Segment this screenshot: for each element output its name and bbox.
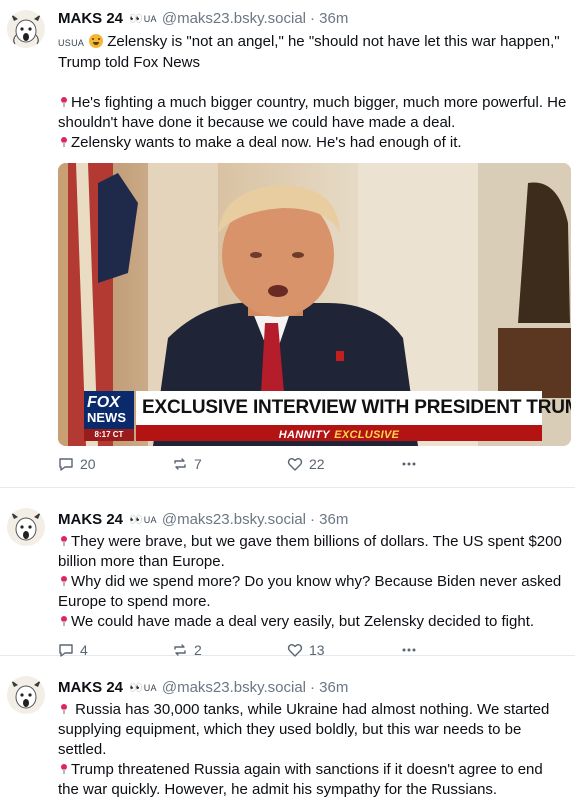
post-line-text: We could have made a deal very easily, b… — [71, 613, 535, 630]
repost-button[interactable]: 7 — [172, 456, 287, 472]
pushpin-icon — [61, 137, 67, 147]
post-line: Zelensky wants to make a deal now. He's … — [58, 133, 567, 153]
post-time[interactable]: · 36m — [310, 510, 348, 530]
reply-button[interactable]: 20 — [58, 456, 172, 472]
fox-news-logo: FOX NEWS 8:17 CT — [84, 391, 134, 441]
more-options-button[interactable] — [401, 456, 423, 472]
author-name[interactable]: MAKS 24 — [58, 510, 123, 530]
post-line-text: Zelensky is "not an angel," he "should n… — [58, 33, 560, 71]
avatar[interactable] — [7, 676, 45, 714]
post-line-text: Trump threatened Russia again with sanct… — [58, 761, 543, 798]
post-actions: 20 7 22 — [58, 454, 567, 474]
pushpin-icon — [61, 704, 67, 714]
post-line-text: Russia has 30,000 tanks, while Ukraine h… — [58, 701, 550, 758]
post-text: Russia has 30,000 tanks, while Ukraine h… — [58, 700, 567, 800]
like-button[interactable]: 22 — [287, 456, 401, 472]
post-time[interactable]: · 36m — [310, 678, 348, 698]
post-line: Russia has 30,000 tanks, while Ukraine h… — [58, 700, 567, 760]
flushed-face-emoji-icon — [89, 34, 104, 48]
post-line: Why did we spend more? Do you know why? … — [58, 572, 567, 612]
post-line: USUA Zelensky is "not an angel," he "shou… — [58, 32, 567, 73]
post-line: They were brave, but we gave them billio… — [58, 532, 567, 572]
more-dots-icon — [402, 462, 416, 466]
post-line: Trump threatened Russia again with sanct… — [58, 760, 567, 800]
pushpin-icon — [61, 576, 67, 586]
post-text: USUA Zelensky is "not an angel," he "shou… — [58, 32, 567, 153]
post-line-blank — [58, 73, 567, 93]
author-name[interactable]: MAKS 24 — [58, 9, 123, 29]
eyes-emoji-icon: 👀 — [129, 13, 143, 25]
pushpin-icon — [61, 764, 67, 774]
flag-code: UA — [143, 515, 157, 525]
post-video-thumbnail[interactable]: FOX NEWS 8:17 CT EXCLUSIVE INTERVIEW WIT… — [58, 163, 571, 446]
heart-icon — [287, 458, 303, 471]
flag-code: UA — [143, 683, 157, 693]
pushpin-icon — [61, 616, 67, 626]
post-line-text: They were brave, but we gave them billio… — [58, 533, 562, 570]
avatar[interactable] — [7, 508, 45, 546]
post-header: MAKS 24 👀 UA @maks23.bsky.social · 36m — [58, 656, 567, 698]
avatar[interactable] — [7, 10, 45, 48]
eyes-emoji-icon: 👀 — [129, 682, 143, 694]
subtitle-bar: HANNITY EXCLUSIVE — [136, 425, 542, 441]
post-time[interactable]: · 36m — [310, 9, 348, 29]
author-handle[interactable]: @maks23.bsky.social — [162, 678, 306, 698]
avatar-dog-icon — [7, 10, 45, 48]
fox-news-lower-third: FOX NEWS 8:17 CT EXCLUSIVE INTERVIEW WIT… — [84, 391, 571, 441]
avatar-dog-icon — [7, 676, 45, 714]
post-header: MAKS 24 👀 UA @maks23.bsky.social · 36m — [58, 488, 567, 530]
post-text: They were brave, but we gave them billio… — [58, 532, 567, 632]
post[interactable]: MAKS 24 👀 UA @maks23.bsky.social · 36m R… — [0, 656, 575, 804]
post-line: We could have made a deal very easily, b… — [58, 612, 567, 632]
logo-news-text: NEWS — [87, 410, 126, 425]
post[interactable]: MAKS 24 👀 UA @maks23.bsky.social · 36m T… — [0, 488, 575, 658]
reply-count: 20 — [80, 456, 96, 472]
flag-code: UA — [143, 14, 157, 24]
author-name[interactable]: MAKS 24 — [58, 678, 123, 698]
post-header: MAKS 24 👀 UA @maks23.bsky.social · 36m — [58, 0, 567, 29]
pushpin-icon — [61, 536, 67, 546]
broadcast-time: 8:17 CT — [84, 429, 134, 441]
author-handle[interactable]: @maks23.bsky.social — [162, 9, 306, 29]
headline-text: EXCLUSIVE INTERVIEW WITH PRESIDENT TRUMP — [142, 397, 571, 418]
headline-bar: EXCLUSIVE INTERVIEW WITH PRESIDENT TRUMP — [136, 391, 571, 425]
repost-icon — [174, 458, 186, 470]
subtitle-highlight: EXCLUSIVE — [334, 429, 400, 441]
subtitle-text: HANNITY — [278, 429, 330, 441]
reply-icon — [59, 458, 73, 471]
repost-count: 7 — [194, 456, 202, 472]
like-count: 22 — [309, 456, 325, 472]
post-line: He's fighting a much bigger country, muc… — [58, 93, 567, 133]
eyes-emoji-icon: 👀 — [129, 514, 143, 526]
avatar-dog-icon — [7, 508, 45, 546]
post-line-text: Why did we spend more? Do you know why? … — [58, 573, 562, 610]
post[interactable]: MAKS 24 👀 UA @maks23.bsky.social · 36m U… — [0, 0, 575, 488]
pushpin-icon — [61, 97, 67, 107]
flag-code: USUA — [58, 38, 85, 48]
post-line-text: He's fighting a much bigger country, muc… — [58, 94, 567, 131]
post-line-text: Zelensky wants to make a deal now. He's … — [71, 134, 462, 151]
author-handle[interactable]: @maks23.bsky.social — [162, 510, 306, 530]
